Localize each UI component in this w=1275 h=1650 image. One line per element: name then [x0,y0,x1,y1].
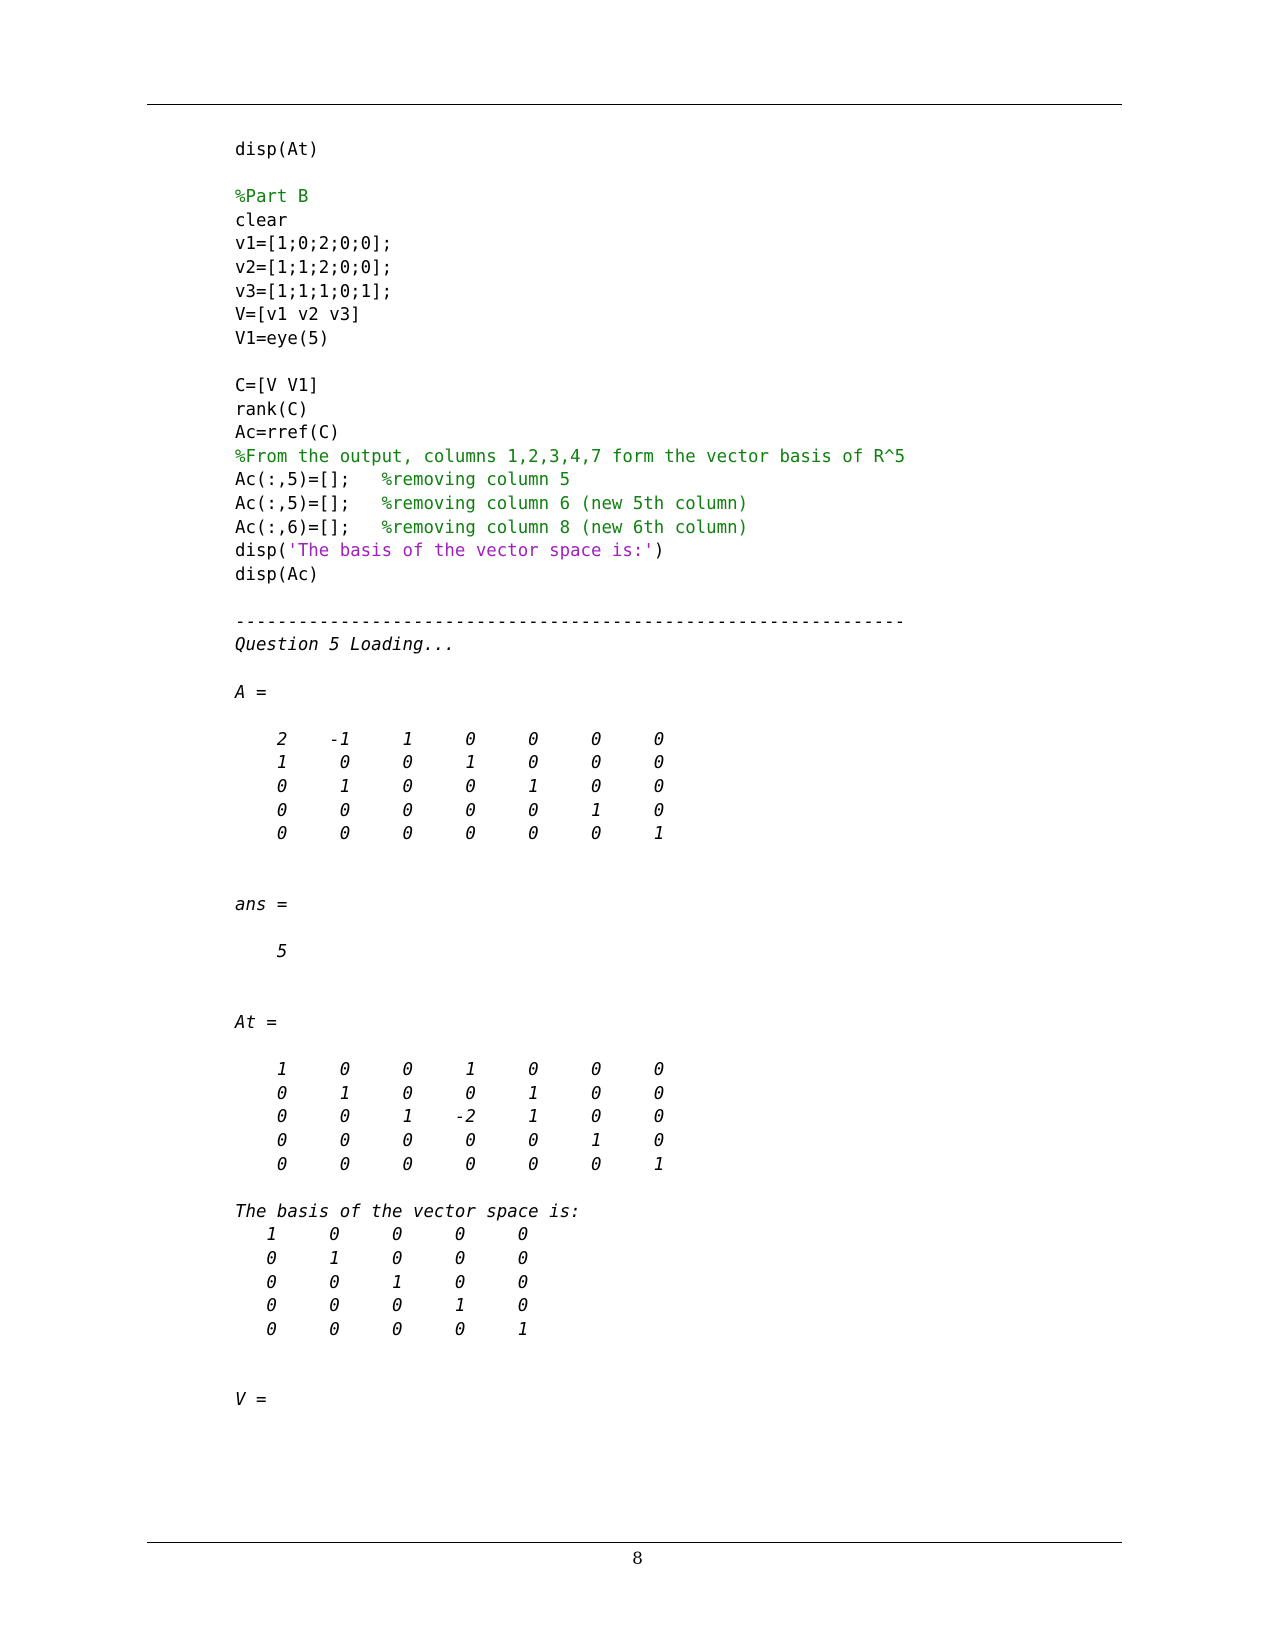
code-line-disp-string: disp('The basis of the vector space is:'… [235,540,1135,564]
code-comment-basis-note: %From the output, columns 1,2,3,4,7 form… [235,446,906,467]
code-line-rank: rank(C) [235,399,309,420]
output-label-V: V = [235,1390,267,1411]
code-statement: disp( [235,541,288,562]
code-line-remove-col5: Ac(:,5)=[]; %removing column 5 [235,469,1135,493]
matrix-A-row: 1 0 0 1 0 0 0 [235,753,665,774]
output-ans-value: 5 [235,942,288,963]
matrix-At-row: 0 0 0 0 0 1 0 [235,1130,665,1151]
code-line-v2: v2=[1;1;2;0;0]; [235,257,393,278]
matrix-basis-row: 0 1 0 0 0 [235,1248,529,1269]
matrix-basis-row: 0 0 1 0 0 [235,1272,529,1293]
code-inline-comment: %removing column 8 (new 6th column) [350,517,749,538]
matrix-A-row: 0 0 0 0 0 1 0 [235,800,665,821]
code-line-disp-ac: disp(Ac) [235,564,319,585]
matrix-basis-row: 0 0 0 1 0 [235,1296,529,1317]
matrix-At-row: 0 0 1 -2 1 0 0 [235,1107,665,1128]
matrix-basis-row: 0 0 0 0 1 [235,1319,529,1340]
matrix-At-row: 0 1 0 0 1 0 0 [235,1083,665,1104]
code-line-clear: clear [235,210,288,231]
code-inline-comment: %removing column 6 (new 5th column) [350,493,749,514]
code-string-literal: 'The basis of the vector space is:' [287,541,654,562]
code-comment-part-b: %Part B [235,187,309,208]
output-label-At: At = [235,1012,277,1033]
output-separator: ----------------------------------------… [235,611,906,632]
page-number: 8 [632,1549,643,1569]
output-label-A: A = [235,682,267,703]
page-content: disp(At) %Part B clear v1=[1;0;2;0;0]; v… [235,139,1135,1413]
document-page: disp(At) %Part B clear v1=[1;0;2;0;0]; v… [0,0,1275,1650]
output-label-ans: ans = [235,895,288,915]
code-line-C: C=[V V1] [235,375,319,396]
header-rule [147,104,1122,105]
footer-rule [147,1542,1122,1543]
code-inline-comment: %removing column 5 [350,470,571,491]
code-line-v3: v3=[1;1;1;0;1]; [235,281,393,302]
code-line-v1: v1=[1;0;2;0;0]; [235,234,393,255]
output-loading-label: Question 5 Loading... [235,635,455,656]
code-line-rref: Ac=rref(C) [235,423,340,444]
code-statement: Ac(:,6)=[]; [235,517,351,538]
code-statement: Ac(:,5)=[]; [235,470,351,491]
matrix-A-row: 2 -1 1 0 0 0 0 [235,729,665,750]
code-line-remove-col6: Ac(:,5)=[]; %removing column 6 (new 5th … [235,493,1135,517]
matrix-A-row: 0 0 0 0 0 0 1 [235,824,665,845]
code-statement: Ac(:,5)=[]; [235,493,351,514]
matrix-At-row: 0 0 0 0 0 0 1 [235,1154,665,1175]
matrix-basis-row: 1 0 0 0 0 [235,1225,529,1246]
code-statement-close: ) [653,541,665,562]
code-line-remove-col8: Ac(:,6)=[]; %removing column 8 (new 6th … [235,517,1135,541]
code-line-V1-eye: V1=eye(5) [235,328,330,349]
matrix-A-row: 0 1 0 0 1 0 0 [235,777,665,798]
output-basis-header: The basis of the vector space is: [235,1201,581,1222]
code-line-V: V=[v1 v2 v3] [235,305,361,326]
matrix-At-row: 1 0 0 1 0 0 0 [235,1060,665,1081]
code-line-disp-at: disp(At) [235,140,319,160]
